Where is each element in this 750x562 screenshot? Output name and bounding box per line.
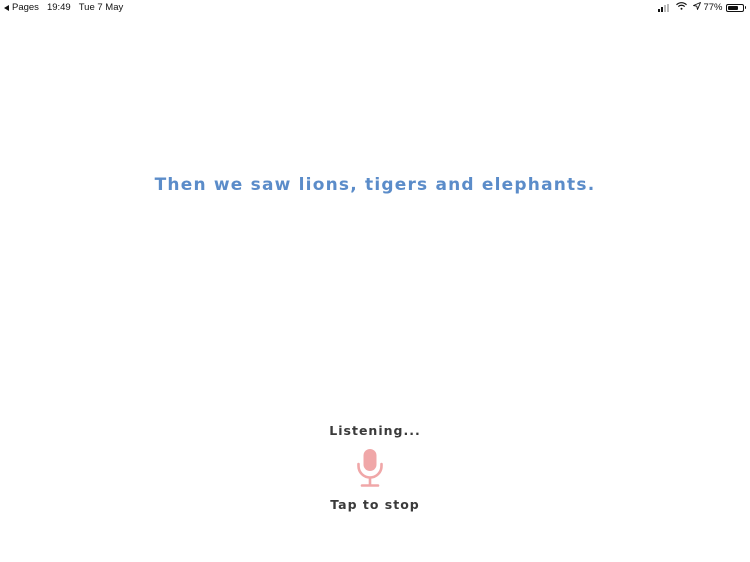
status-bar-right: 77% bbox=[658, 2, 746, 13]
wifi-icon bbox=[676, 2, 688, 13]
back-to-app-link[interactable]: Pages bbox=[12, 2, 39, 13]
listening-status: Listening... bbox=[329, 423, 421, 438]
status-date: Tue 7 May bbox=[78, 2, 124, 13]
location-arrow-icon bbox=[693, 2, 702, 13]
status-time: 19:49 bbox=[46, 2, 71, 13]
microphone-icon bbox=[357, 449, 383, 487]
status-bar: Pages 19:49 Tue 7 May 77% bbox=[0, 0, 750, 16]
battery-percent: 77% bbox=[703, 2, 723, 13]
battery-icon bbox=[725, 3, 746, 12]
cellular-signal-icon bbox=[658, 3, 670, 12]
back-arrow-icon[interactable] bbox=[4, 4, 9, 11]
microphone-button[interactable] bbox=[350, 448, 390, 488]
status-bar-left: Pages 19:49 Tue 7 May bbox=[4, 2, 123, 13]
tap-to-stop-label[interactable]: Tap to stop bbox=[0, 497, 750, 512]
recognized-sentence: Then we saw lions, tigers and elephants. bbox=[154, 175, 596, 195]
